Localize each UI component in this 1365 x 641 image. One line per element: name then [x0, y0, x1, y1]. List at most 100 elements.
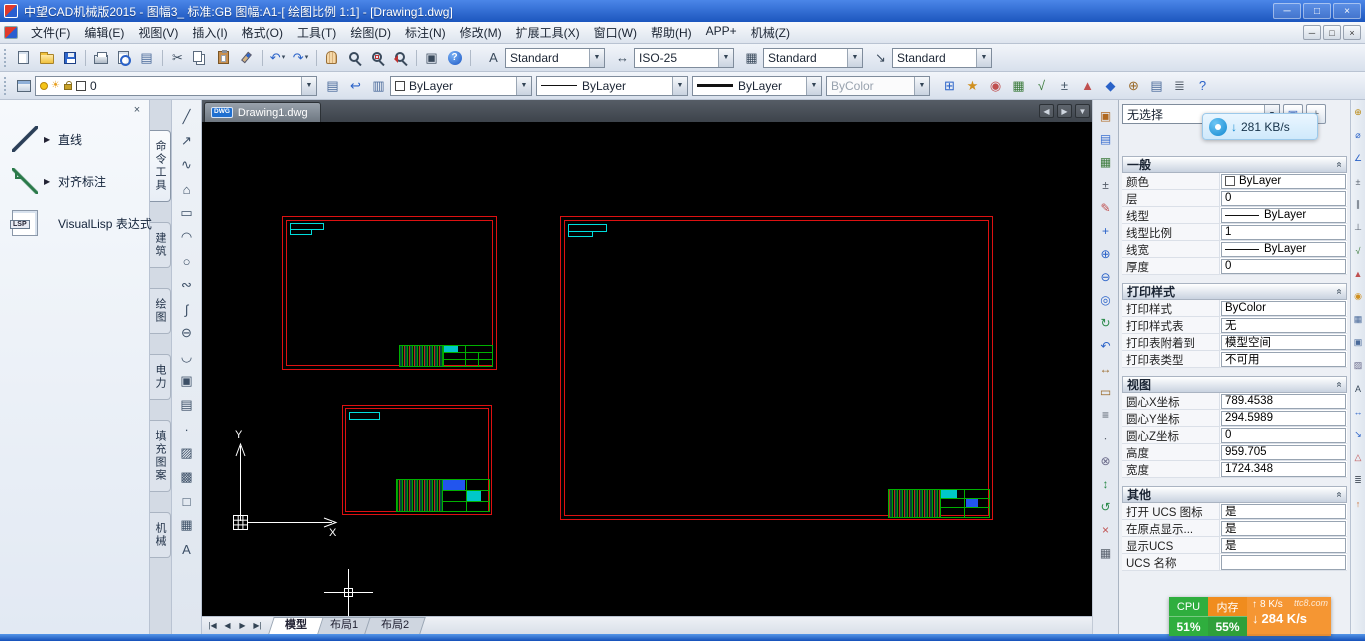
- property-value[interactable]: 1: [1221, 225, 1346, 240]
- leader-icon[interactable]: ↘: [1352, 426, 1365, 443]
- title-block-button[interactable]: ▤: [1145, 75, 1168, 97]
- tab-scroll-button[interactable]: ▼: [1075, 104, 1090, 118]
- property-row[interactable]: 厚度 0: [1122, 258, 1347, 275]
- property-row[interactable]: 线宽 ByLayer: [1122, 241, 1347, 258]
- child-window-button[interactable]: ─: [1303, 25, 1321, 40]
- plotstyle-combo[interactable]: ByColor ▼: [826, 76, 930, 96]
- make-object-layer-current-button[interactable]: ▤: [321, 75, 344, 97]
- menu-item[interactable]: 机械(Z): [744, 22, 797, 43]
- property-value[interactable]: 是: [1221, 521, 1346, 536]
- save-button[interactable]: [58, 47, 81, 69]
- open-button[interactable]: [35, 47, 58, 69]
- menu-item[interactable]: 帮助(H): [644, 22, 699, 43]
- perpendicular-icon[interactable]: ⊥: [1352, 219, 1365, 236]
- move-icon[interactable]: ↕: [1096, 474, 1116, 494]
- layout-nav-button[interactable]: ▶|: [250, 621, 265, 630]
- property-value[interactable]: 0: [1221, 191, 1346, 206]
- text-style-button[interactable]: A: [482, 47, 505, 69]
- property-row[interactable]: 圆心X坐标 789.4538: [1122, 393, 1347, 410]
- property-row[interactable]: 圆心Z坐标 0: [1122, 427, 1347, 444]
- dropdown-arrow-icon[interactable]: ▼: [806, 77, 821, 95]
- dropdown-arrow-icon[interactable]: ▼: [672, 77, 687, 95]
- tolerance-button[interactable]: ±: [1053, 75, 1076, 97]
- surface-finish-button[interactable]: √: [1030, 75, 1053, 97]
- property-row[interactable]: UCS 名称: [1122, 554, 1347, 571]
- menu-item[interactable]: 绘图(D): [343, 22, 398, 43]
- scroll-up-icon[interactable]: ↑: [1352, 495, 1365, 512]
- dropdown-arrow-icon[interactable]: ▼: [301, 77, 316, 95]
- close-button[interactable]: ×: [1333, 3, 1361, 19]
- layer-properties-manager-button[interactable]: [12, 75, 35, 97]
- dropdown-arrow-icon[interactable]: ▼: [718, 49, 733, 67]
- table-style-combo[interactable]: Standard ▼: [763, 48, 863, 68]
- hatch-tool[interactable]: ▨: [175, 441, 199, 465]
- palette-tool[interactable]: ▶ 对齐标注: [0, 160, 149, 202]
- make-block-tool[interactable]: ▤: [175, 393, 199, 417]
- property-row[interactable]: 线型比例 1: [1122, 224, 1347, 241]
- angle-dim-icon[interactable]: ∠: [1352, 150, 1365, 167]
- revision-cloud-tool[interactable]: ∾: [175, 273, 199, 297]
- layer-previous-button[interactable]: ↩: [344, 75, 367, 97]
- help-button[interactable]: ?: [443, 47, 466, 69]
- minimize-button[interactable]: ─: [1273, 3, 1301, 19]
- toolbar-grip[interactable]: [4, 49, 8, 67]
- property-row[interactable]: 打印样式表 无: [1122, 317, 1347, 334]
- revision-icon[interactable]: △: [1352, 449, 1365, 466]
- section-header[interactable]: 其他 «: [1122, 486, 1347, 503]
- property-value[interactable]: 1724.348: [1221, 462, 1346, 477]
- measure-area-icon[interactable]: ▭: [1096, 382, 1116, 402]
- layout-tab[interactable]: 模型: [268, 617, 324, 634]
- parallel-icon[interactable]: ∥: [1352, 196, 1365, 213]
- layout-nav-button[interactable]: ▶: [235, 621, 250, 630]
- property-row[interactable]: 打印样式 ByColor: [1122, 300, 1347, 317]
- property-value[interactable]: 模型空间: [1221, 335, 1346, 350]
- circle-tool[interactable]: ○: [175, 249, 199, 273]
- gradient-tool[interactable]: ▩: [175, 465, 199, 489]
- zoom-realtime-button[interactable]: [343, 47, 366, 69]
- table-tool[interactable]: ▦: [175, 513, 199, 537]
- property-value[interactable]: ByColor: [1221, 301, 1346, 316]
- property-row[interactable]: 显示UCS 是: [1122, 537, 1347, 554]
- property-row[interactable]: 打开 UCS 图标 是: [1122, 503, 1347, 520]
- palette-tab[interactable]: 填充图案: [150, 420, 171, 492]
- dim-style-combo[interactable]: ISO-25 ▼: [634, 48, 734, 68]
- palette-tab[interactable]: 电力: [150, 354, 171, 400]
- menu-item[interactable]: 文件(F): [24, 22, 77, 43]
- point-tool[interactable]: ∙: [175, 417, 199, 441]
- bom-table-button[interactable]: ▦: [1007, 75, 1030, 97]
- zoom-in-icon[interactable]: ⊕: [1096, 244, 1116, 264]
- property-row[interactable]: 高度 959.705: [1122, 444, 1347, 461]
- view-back-icon[interactable]: ↶: [1096, 336, 1116, 356]
- erase-icon[interactable]: ×: [1096, 520, 1116, 540]
- menu-item[interactable]: 标注(N): [398, 22, 453, 43]
- download-speed-overlay[interactable]: ↓ 281 KB/s: [1202, 113, 1318, 140]
- point-id-icon[interactable]: ∙: [1096, 428, 1116, 448]
- property-value[interactable]: 0: [1221, 259, 1346, 274]
- parts-list-button[interactable]: ≣: [1168, 75, 1191, 97]
- polygon-tool[interactable]: ⌂: [175, 177, 199, 201]
- centerline-button[interactable]: ⊕: [1122, 75, 1145, 97]
- symbol-library-button[interactable]: ★: [961, 75, 984, 97]
- grid-icon[interactable]: ▦: [1096, 543, 1116, 563]
- plot-button[interactable]: [89, 47, 112, 69]
- ellipse-tool[interactable]: ⊖: [175, 321, 199, 345]
- measure-distance-icon[interactable]: ↔: [1096, 359, 1116, 379]
- mtext-tool[interactable]: A: [175, 537, 199, 561]
- mleader-style-button[interactable]: ↘: [869, 47, 892, 69]
- palette-tool[interactable]: ▶ 直线: [0, 118, 149, 160]
- menu-item[interactable]: 格式(O): [235, 22, 290, 43]
- publish-button[interactable]: ▤: [135, 47, 158, 69]
- zoom-window-button[interactable]: [366, 47, 389, 69]
- pan-icon[interactable]: +: [1096, 221, 1116, 241]
- property-value[interactable]: 无: [1221, 318, 1346, 333]
- redo-button[interactable]: ↷: [289, 47, 312, 69]
- property-row[interactable]: 颜色 ByLayer: [1122, 173, 1347, 190]
- color-combo[interactable]: ByLayer ▼: [390, 76, 532, 96]
- dropdown-arrow-icon[interactable]: ▼: [589, 49, 604, 67]
- properties-palette-icon[interactable]: ▣: [1096, 106, 1116, 126]
- collapse-icon[interactable]: «: [1334, 162, 1345, 168]
- balloon-button[interactable]: ◉: [984, 75, 1007, 97]
- block-lib-icon[interactable]: ▣: [1352, 334, 1365, 351]
- palette-tab[interactable]: 机械: [150, 512, 171, 558]
- palette-close-icon[interactable]: ×: [130, 104, 144, 118]
